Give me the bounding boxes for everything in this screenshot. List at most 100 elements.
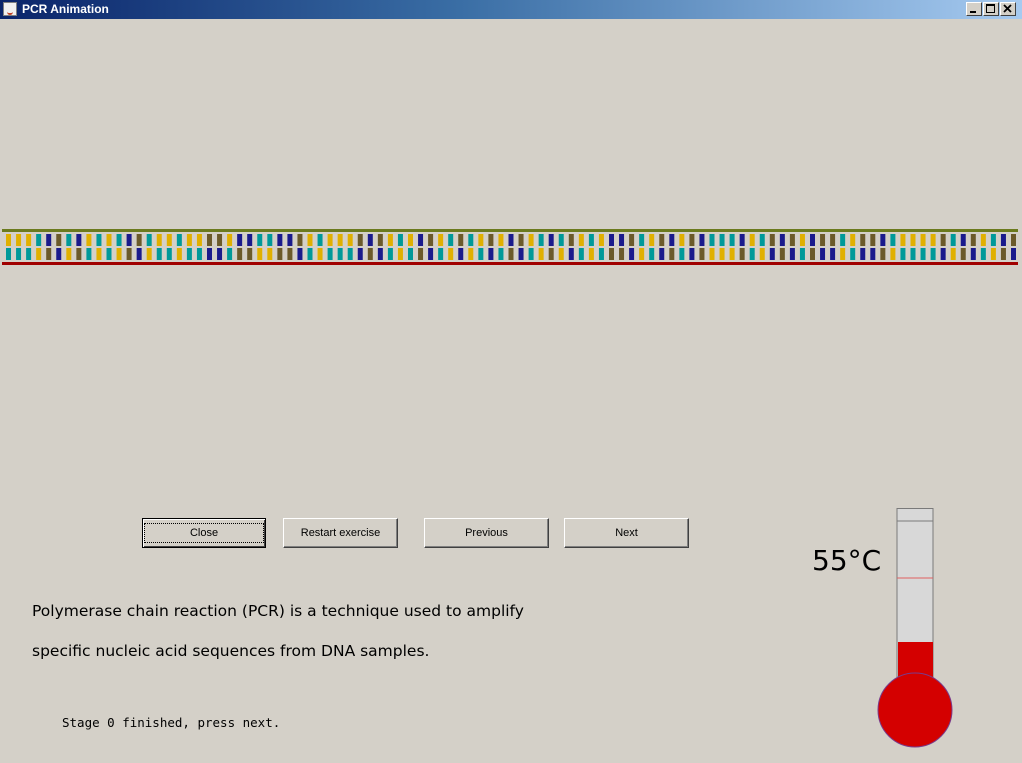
window-close-button[interactable] (1000, 2, 1016, 16)
base-top (729, 234, 735, 246)
base-top (820, 234, 826, 246)
base-top (428, 234, 434, 246)
base-bottom (990, 248, 996, 260)
base-bottom (548, 248, 554, 260)
base-bottom (820, 248, 826, 260)
previous-button[interactable]: Previous (424, 518, 549, 548)
base-top (669, 234, 675, 246)
base-top (950, 234, 956, 246)
base-bottom (679, 248, 685, 260)
base-top (649, 234, 655, 246)
base-bottom (176, 248, 182, 260)
base-bottom (26, 248, 32, 260)
base-top (156, 234, 162, 246)
base-bottom (367, 248, 373, 260)
base-bottom (779, 248, 785, 260)
base-bottom (689, 248, 695, 260)
base-top (337, 234, 343, 246)
base-bottom (227, 248, 233, 260)
base-top (840, 234, 846, 246)
base-bottom (387, 248, 393, 260)
base-top (1011, 234, 1016, 246)
base-top (578, 234, 584, 246)
base-bottom (900, 248, 906, 260)
next-button[interactable]: Next (564, 518, 689, 548)
base-top (287, 234, 293, 246)
base-bottom (1011, 248, 1016, 260)
base-bottom (347, 248, 353, 260)
base-bottom (277, 248, 283, 260)
base-bottom (418, 248, 424, 260)
base-bottom (850, 248, 856, 260)
base-bottom (307, 248, 313, 260)
bottom-strand (2, 262, 1018, 265)
base-bottom (960, 248, 966, 260)
restart-exercise-button[interactable]: Restart exercise (283, 518, 398, 548)
base-top (257, 234, 263, 246)
base-bottom (940, 248, 946, 260)
base-top (810, 234, 815, 246)
base-bottom (217, 248, 223, 260)
base-bottom (528, 248, 534, 260)
base-bottom (508, 248, 514, 260)
base-top (568, 234, 574, 246)
base-bottom (86, 248, 92, 260)
base-bottom (588, 248, 594, 260)
base-top (659, 234, 665, 246)
base-bottom (136, 248, 142, 260)
base-top (528, 234, 534, 246)
base-bottom (357, 248, 363, 260)
base-bottom (186, 248, 192, 260)
base-bottom (327, 248, 333, 260)
base-top (56, 234, 62, 246)
base-bottom (619, 248, 625, 260)
base-top (116, 234, 122, 246)
base-bottom (880, 248, 886, 260)
base-bottom (739, 248, 745, 260)
base-top (518, 234, 524, 246)
base-top (558, 234, 564, 246)
base-top (980, 234, 986, 246)
base-bottom (428, 248, 434, 260)
base-top (438, 234, 444, 246)
base-bottom (458, 248, 464, 260)
base-top (689, 234, 695, 246)
base-bottom (498, 248, 504, 260)
top-strand (2, 229, 1018, 232)
base-bottom (709, 248, 715, 260)
base-top (588, 234, 594, 246)
base-bottom (56, 248, 62, 260)
base-bottom (578, 248, 584, 260)
base-top (799, 234, 805, 246)
base-top (679, 234, 685, 246)
base-top (830, 234, 836, 246)
base-bottom (980, 248, 986, 260)
close-button[interactable]: Close (142, 518, 266, 548)
base-top (880, 234, 886, 246)
minimize-button[interactable] (966, 2, 982, 16)
base-top (76, 234, 82, 246)
base-bottom (36, 248, 42, 260)
base-top (940, 234, 946, 246)
base-top (970, 234, 976, 246)
maximize-icon (986, 4, 995, 13)
base-top (749, 234, 755, 246)
base-bottom (317, 248, 323, 260)
description-line-1: Polymerase chain reaction (PCR) is a tec… (32, 602, 524, 620)
base-top (66, 234, 72, 246)
maximize-button[interactable] (983, 2, 999, 16)
base-top (277, 234, 283, 246)
base-bottom (196, 248, 202, 260)
base-bottom (66, 248, 72, 260)
base-bottom (749, 248, 755, 260)
base-top (16, 234, 22, 246)
base-bottom (488, 248, 494, 260)
base-top (1000, 234, 1006, 246)
base-top (176, 234, 182, 246)
base-bottom (518, 248, 524, 260)
base-top (267, 234, 273, 246)
base-top (458, 234, 464, 246)
base-top (598, 234, 604, 246)
base-bottom (237, 248, 243, 260)
base-bottom (910, 248, 916, 260)
